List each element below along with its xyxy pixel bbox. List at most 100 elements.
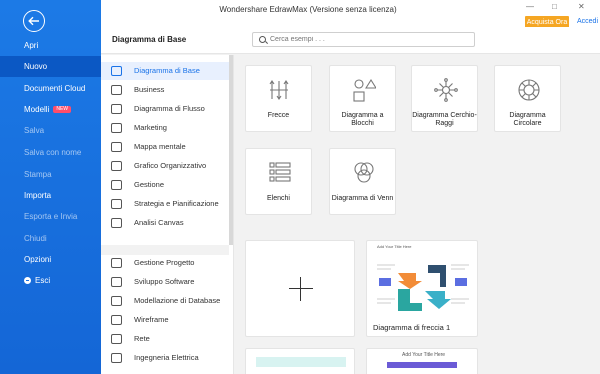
bar-chart-icon (111, 123, 122, 133)
type-card-arrows[interactable]: Frecce (245, 65, 312, 132)
nav-open[interactable]: Apri (0, 35, 101, 56)
block-diagram-icon (353, 78, 376, 102)
category-label: Wireframe (134, 315, 169, 324)
type-label: Elenchi (267, 195, 290, 202)
left-navigation: Apri Nuovo Documenti Cloud Modelli NEW Sa… (0, 0, 101, 374)
close-icon[interactable]: ✕ (578, 2, 585, 11)
category-label: Mappa mentale (134, 142, 186, 151)
category-business[interactable]: Business (101, 81, 229, 99)
category-management[interactable]: Gestione (101, 176, 229, 194)
type-card-spoke-diagram[interactable]: Diagramma Cerchio-Raggi (411, 65, 478, 132)
type-label: Diagramma Cerchio-Raggi (412, 112, 477, 127)
network-icon (111, 334, 122, 344)
category-electrical[interactable]: Ingegneria Elettrica (101, 349, 229, 367)
category-label: Gestione Progetto (134, 258, 195, 267)
briefcase-icon (111, 85, 122, 95)
gear-icon (111, 180, 122, 190)
title-bar: Wondershare EdrawMax (Versione senza lic… (101, 0, 600, 29)
software-icon (111, 277, 122, 287)
blank-template-card[interactable] (245, 240, 355, 337)
category-org-chart[interactable]: Grafico Organizzativo (101, 157, 229, 175)
org-chart-icon (111, 161, 122, 171)
template-title: Diagramma di freccia 1 (373, 323, 451, 332)
category-label: Strategia e Pianificazione (134, 199, 219, 208)
nav-options[interactable]: Opzioni (0, 249, 101, 270)
arrow-diagram-preview (377, 264, 469, 311)
list-icon (269, 162, 291, 182)
category-label: Analisi Canvas (134, 218, 184, 227)
nav-print[interactable]: Stampa (0, 164, 101, 185)
strategy-icon (111, 199, 122, 209)
window-title: Wondershare EdrawMax (Versione senza lic… (219, 5, 397, 14)
type-label: Diagramma di Venn (331, 195, 394, 202)
search-input[interactable] (270, 34, 470, 45)
category-label: Grafico Organizzativo (134, 161, 207, 170)
back-button[interactable] (23, 10, 45, 32)
type-label: Diagramma a Blocchi (341, 112, 384, 127)
template-card-purple[interactable]: Add Your Title Here (366, 348, 478, 374)
nav-templates-label: Modelli (24, 105, 50, 114)
nav-save[interactable]: Salva (0, 120, 101, 141)
nav-cloud-documents[interactable]: Documenti Cloud (0, 78, 101, 99)
nav-new[interactable]: Nuovo (0, 56, 101, 77)
nav-save-as[interactable]: Salva con nome (0, 142, 101, 163)
nav-close[interactable]: Chiudi (0, 228, 101, 249)
category-label: Rete (134, 334, 150, 343)
nav-export-send[interactable]: Esporta e Invia (0, 206, 101, 227)
category-label: Diagramma di Flusso (134, 104, 205, 113)
template-gallery: Frecce Diagramma a Blocchi Diagramma Cer… (235, 55, 600, 374)
category-scrollbar[interactable] (229, 55, 233, 245)
category-marketing[interactable]: Marketing (101, 119, 229, 137)
type-card-block-diagram[interactable]: Diagramma a Blocchi (329, 65, 396, 132)
nav-templates[interactable]: Modelli NEW (0, 99, 101, 120)
template-preview-strip (256, 357, 346, 367)
category-basic-diagram[interactable]: Diagramma di Base (101, 62, 229, 80)
exit-icon (24, 277, 31, 284)
spoke-diagram-icon (434, 78, 458, 102)
search-box[interactable] (252, 32, 475, 47)
mind-map-icon (111, 142, 122, 152)
category-list: Diagramma di Base Business Diagramma di … (101, 55, 234, 374)
template-preview-bar (387, 362, 457, 368)
nav-import[interactable]: Importa (0, 185, 101, 206)
category-flowchart[interactable]: Diagramma di Flusso (101, 100, 229, 118)
venn-diagram-icon (354, 162, 374, 183)
category-label: Diagramma di Base (134, 66, 200, 75)
section-title: Diagramma di Base (112, 35, 187, 44)
type-label: Diagramma Circolare (509, 112, 546, 127)
type-card-venn[interactable]: Diagramma di Venn (329, 148, 396, 215)
circular-diagram-icon (518, 79, 540, 101)
type-card-lists[interactable]: Elenchi (245, 148, 312, 215)
new-badge: NEW (53, 106, 72, 114)
search-icon (259, 36, 266, 43)
type-label: Frecce (267, 112, 290, 119)
login-link[interactable]: Accedi (577, 18, 598, 25)
wireframe-icon (111, 315, 122, 325)
header-band: Diagramma di Base (101, 27, 600, 54)
category-strategy[interactable]: Strategia e Pianificazione (101, 195, 229, 213)
category-label: Gestione (134, 180, 165, 189)
category-label: Modellazione di Database (134, 296, 221, 305)
category-canvas-analysis[interactable]: Analisi Canvas (101, 214, 229, 232)
template-preview-heading: Add Your Title Here (377, 244, 412, 249)
nav-exit[interactable]: Esci (0, 270, 101, 291)
category-label: Sviluppo Software (134, 277, 195, 286)
category-label: Marketing (134, 123, 167, 132)
template-card-arrow-diagram-1[interactable]: Add Your Title Here Diagramma di freccia… (366, 240, 478, 337)
template-card-teal[interactable] (245, 348, 355, 374)
category-network[interactable]: Rete (101, 330, 229, 348)
category-software-dev[interactable]: Sviluppo Software (101, 273, 229, 291)
maximize-icon[interactable]: □ (552, 2, 557, 11)
category-mind-map[interactable]: Mappa mentale (101, 138, 229, 156)
canvas-icon (111, 218, 122, 228)
plus-icon (289, 277, 313, 301)
category-project-management[interactable]: Gestione Progetto (101, 254, 229, 272)
category-database-modeling[interactable]: Modellazione di Database (101, 292, 229, 310)
arrows-icon (269, 80, 289, 100)
category-wireframe[interactable]: Wireframe (101, 311, 229, 329)
type-card-circular-diagram[interactable]: Diagramma Circolare (494, 65, 561, 132)
template-preview-heading: Add Your Title Here (402, 352, 446, 358)
minimize-icon[interactable]: — (526, 2, 534, 11)
flowchart-icon (111, 104, 122, 114)
database-icon (111, 296, 122, 306)
